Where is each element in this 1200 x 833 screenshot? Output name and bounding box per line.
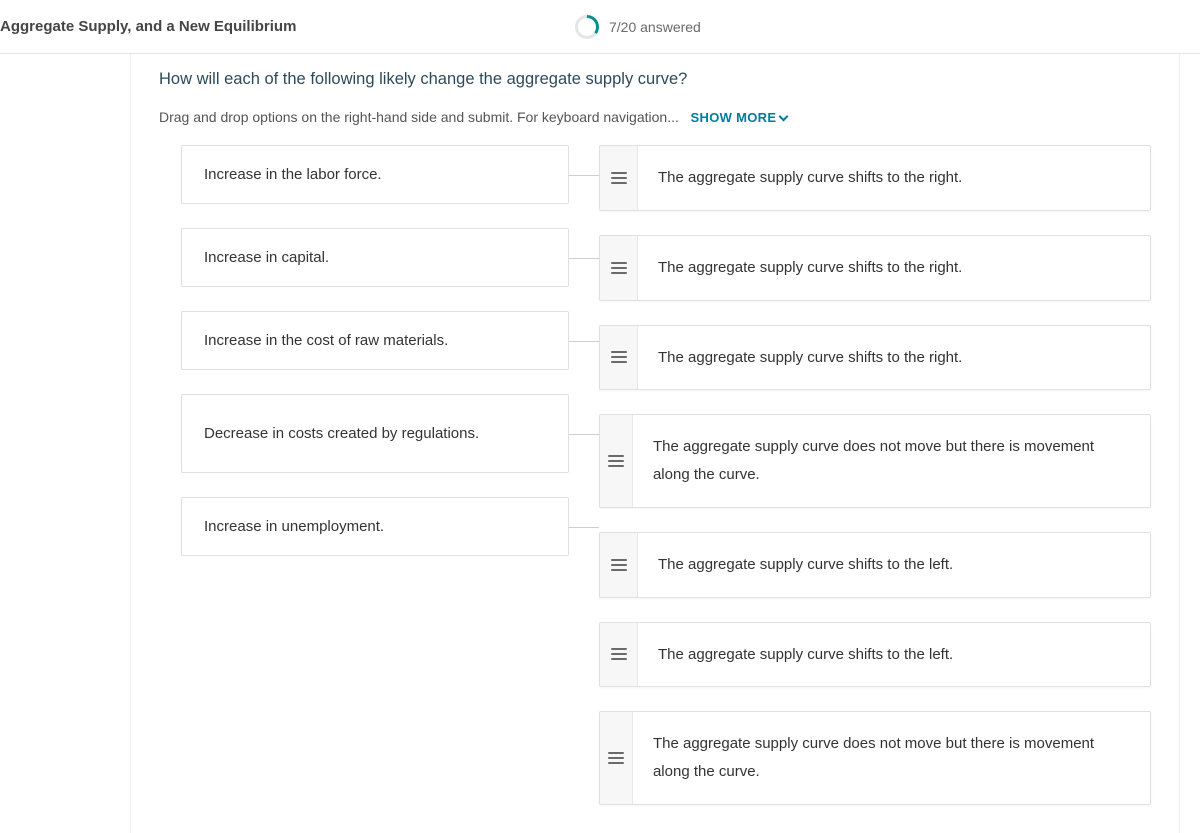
drag-handle-icon[interactable] (600, 415, 633, 507)
prompt-box: Decrease in costs created by regulations… (181, 394, 569, 473)
drag-handle-icon[interactable] (600, 712, 633, 804)
drag-handle-icon[interactable] (600, 623, 638, 687)
answer-option[interactable]: The aggregate supply curve shifts to the… (599, 145, 1151, 211)
prompt-row: Increase in the labor force. (181, 145, 569, 204)
drag-handle-icon[interactable] (600, 236, 638, 300)
connector-line (569, 341, 599, 342)
drag-handle-icon[interactable] (600, 533, 638, 597)
prompt-row: Decrease in costs created by regulations… (181, 394, 569, 473)
show-more-label: SHOW MORE (691, 110, 777, 125)
drag-handle-icon[interactable] (600, 146, 638, 210)
prompt-box: Increase in the cost of raw materials. (181, 311, 569, 370)
prompt-row: Increase in unemployment. (181, 497, 569, 556)
connector-line (569, 434, 599, 435)
connector-line (569, 175, 599, 176)
progress-indicator: 7/20 answered (575, 15, 701, 39)
answer-option[interactable]: The aggregate supply curve does not move… (599, 414, 1151, 508)
progress-text: 7/20 answered (609, 19, 701, 35)
answer-text: The aggregate supply curve does not move… (633, 415, 1150, 507)
connector-line (569, 258, 599, 259)
instructions-text: Drag and drop options on the right-hand … (159, 109, 679, 125)
answers-column: The aggregate supply curve shifts to the… (599, 145, 1151, 805)
page-header: Aggregate Supply, and a New Equilibrium … (0, 0, 1200, 54)
chevron-down-icon (779, 112, 789, 122)
answer-option[interactable]: The aggregate supply curve shifts to the… (599, 325, 1151, 391)
prompt-row: Increase in the cost of raw materials. (181, 311, 569, 370)
match-area: Increase in the labor force. Increase in… (131, 145, 1179, 805)
connector-line (569, 527, 599, 528)
question-panel: How will each of the following likely ch… (130, 54, 1180, 833)
question-instructions: Drag and drop options on the right-hand … (131, 95, 1179, 145)
progress-ring-icon (575, 15, 599, 39)
answer-text: The aggregate supply curve does not move… (633, 712, 1150, 804)
drag-handle-icon[interactable] (600, 326, 638, 390)
prompt-box: Increase in capital. (181, 228, 569, 287)
show-more-button[interactable]: SHOW MORE (691, 110, 788, 125)
answer-option[interactable]: The aggregate supply curve does not move… (599, 711, 1151, 805)
answer-text: The aggregate supply curve shifts to the… (638, 623, 973, 687)
answer-option[interactable]: The aggregate supply curve shifts to the… (599, 235, 1151, 301)
prompt-row: Increase in capital. (181, 228, 569, 287)
page-title: Aggregate Supply, and a New Equilibrium (0, 18, 575, 35)
answer-text: The aggregate supply curve shifts to the… (638, 326, 982, 390)
answer-option[interactable]: The aggregate supply curve shifts to the… (599, 622, 1151, 688)
prompt-box: Increase in unemployment. (181, 497, 569, 556)
prompt-box: Increase in the labor force. (181, 145, 569, 204)
answer-text: The aggregate supply curve shifts to the… (638, 533, 973, 597)
answer-option[interactable]: The aggregate supply curve shifts to the… (599, 532, 1151, 598)
question-text: How will each of the following likely ch… (131, 54, 1179, 95)
prompts-column: Increase in the labor force. Increase in… (159, 145, 569, 805)
answer-text: The aggregate supply curve shifts to the… (638, 236, 982, 300)
answer-text: The aggregate supply curve shifts to the… (638, 146, 982, 210)
